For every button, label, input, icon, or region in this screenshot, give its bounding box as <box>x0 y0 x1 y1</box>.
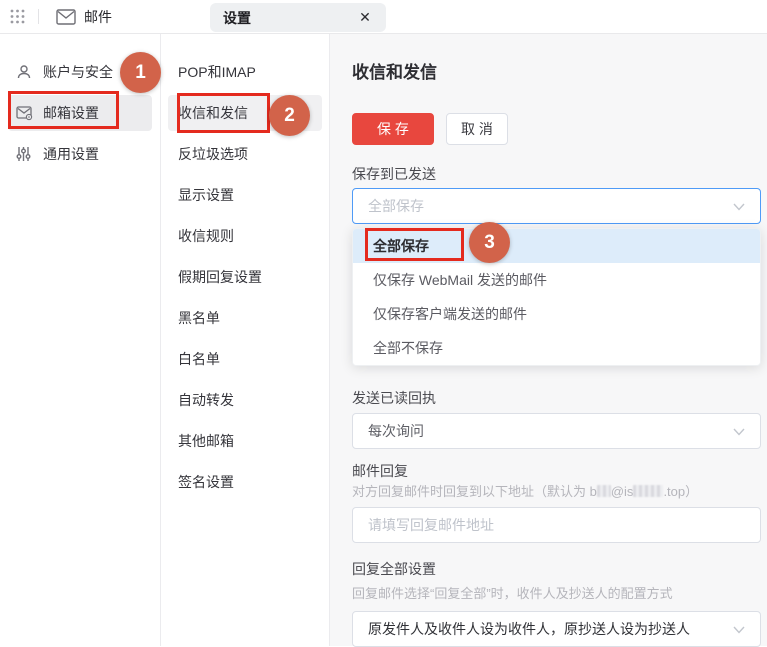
menu-item-label: 显示设置 <box>178 185 234 205</box>
mail-reply-description: 对方回复邮件时回复到以下地址（默认为 b @is .top） <box>352 484 761 500</box>
tab-settings[interactable]: 设置 ✕ <box>210 3 386 32</box>
menu-item-vacation-reply[interactable]: 假期回复设置 <box>168 259 322 295</box>
menu-item-auto-forward[interactable]: 自动转发 <box>168 382 322 418</box>
desc-text: 对方回复邮件时回复到以下地址（默认为 b <box>352 484 597 499</box>
reply-address-input[interactable] <box>352 507 761 543</box>
page-title: 收信和发信 <box>352 63 761 83</box>
chevron-down-icon <box>733 198 745 214</box>
sidebar-item-general-settings[interactable]: 通用设置 <box>8 136 152 172</box>
menu-item-label: 收信和发信 <box>178 103 248 123</box>
menu-item-label: 黑名单 <box>178 308 220 328</box>
desc-text: .top） <box>663 484 698 499</box>
select-value: 全部保存 <box>368 196 733 216</box>
menu-item-blacklist[interactable]: 黑名单 <box>168 300 322 336</box>
menu-item-antispam[interactable]: 反垃圾选项 <box>168 136 322 172</box>
read-receipt-label: 发送已读回执 <box>352 390 761 406</box>
app-title: 邮件 <box>84 7 112 27</box>
annotation-step-3: 3 <box>469 222 510 263</box>
menu-item-label: 假期回复设置 <box>178 267 262 287</box>
menu-item-pop-imap[interactable]: POP和IMAP <box>168 54 322 90</box>
mail-icon <box>56 9 76 25</box>
sidebar-item-label: 邮箱设置 <box>43 103 99 123</box>
tab-label: 设置 <box>223 8 357 28</box>
redacted-text <box>597 485 611 497</box>
reply-all-label: 回复全部设置 <box>352 561 761 577</box>
chevron-down-icon <box>733 621 745 637</box>
tab-close-icon[interactable]: ✕ <box>357 10 373 26</box>
sidebar-item-mail-settings[interactable]: 邮箱设置 <box>8 95 152 131</box>
menu-item-other-mailbox[interactable]: 其他邮箱 <box>168 423 322 459</box>
chevron-down-icon <box>733 423 745 439</box>
reply-all-select[interactable]: 原发件人及收件人设为收件人，原抄送人设为抄送人 <box>352 611 761 647</box>
menu-item-label: 其他邮箱 <box>178 431 234 451</box>
sidebar: 账户与安全 邮箱设置 通 <box>0 34 161 646</box>
annotation-step-2: 2 <box>269 95 310 136</box>
menu-item-whitelist[interactable]: 白名单 <box>168 341 322 377</box>
save-to-sent-label: 保存到已发送 <box>352 166 761 182</box>
annotation-step-1: 1 <box>120 52 161 93</box>
menu-item-label: 收信规则 <box>178 226 234 246</box>
menu-item-label: 自动转发 <box>178 390 234 410</box>
menu-item-label: 白名单 <box>178 349 220 369</box>
sidebar-item-label: 账户与安全 <box>43 62 113 82</box>
sidebar-item-label: 通用设置 <box>43 144 99 164</box>
menu-item-label: POP和IMAP <box>178 62 256 82</box>
action-buttons: 保 存 取 消 <box>352 113 761 145</box>
read-receipt-select[interactable]: 每次询问 <box>352 413 761 449</box>
save-button[interactable]: 保 存 <box>352 113 434 145</box>
mail-reply-label: 邮件回复 <box>352 463 761 479</box>
select-value: 原发件人及收件人设为收件人，原抄送人设为抄送人 <box>368 619 733 639</box>
menu-item-display[interactable]: 显示设置 <box>168 177 322 213</box>
settings-panel: 收信和发信 保 存 取 消 保存到已发送 全部保存 全部保存 仅保存 WebMa… <box>330 34 767 646</box>
select-value: 每次询问 <box>368 421 733 441</box>
menu-item-label: 反垃圾选项 <box>178 144 248 164</box>
reply-all-description: 回复邮件选择“回复全部”时，收件人及抄送人的配置方式 <box>352 586 761 602</box>
topbar-divider <box>38 9 39 24</box>
desc-text: @is <box>611 484 634 499</box>
option-save-all[interactable]: 全部保存 <box>353 229 760 263</box>
save-to-sent-dropdown: 全部保存 仅保存 WebMail 发送的邮件 仅保存客户端发送的邮件 全部不保存 <box>352 228 761 366</box>
user-icon <box>16 64 33 81</box>
save-to-sent-select[interactable]: 全部保存 <box>352 188 761 224</box>
option-client-only[interactable]: 仅保存客户端发送的邮件 <box>353 297 760 331</box>
menu-item-signature[interactable]: 签名设置 <box>168 464 322 500</box>
mail-gear-icon <box>16 105 33 122</box>
cancel-button[interactable]: 取 消 <box>446 113 508 145</box>
sliders-icon <box>16 146 33 163</box>
redacted-text <box>633 485 663 497</box>
topbar: 邮件 设置 ✕ <box>0 0 767 34</box>
menu-item-receive-rules[interactable]: 收信规则 <box>168 218 322 254</box>
option-webmail-only[interactable]: 仅保存 WebMail 发送的邮件 <box>353 263 760 297</box>
app-grid-icon[interactable] <box>10 9 25 24</box>
option-save-none[interactable]: 全部不保存 <box>353 331 760 365</box>
menu-item-label: 签名设置 <box>178 472 234 492</box>
